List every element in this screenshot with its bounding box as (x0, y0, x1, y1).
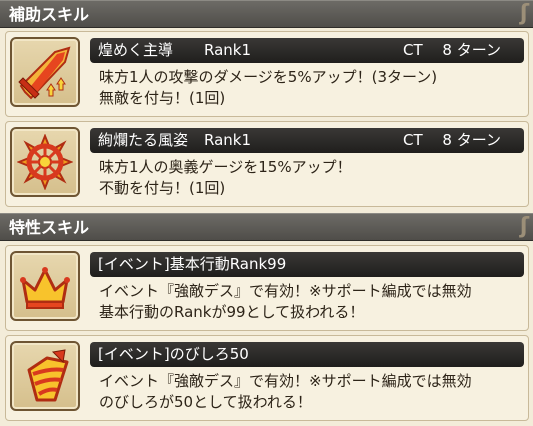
skill-name: [イベント]基本行動Rank99 (98, 255, 287, 273)
skill-description: 味方1人の奥義ゲージを15%アップ！ 不動を付与！(1回) (99, 157, 527, 199)
section-header-trait: 特性スキル ʃ (0, 213, 533, 241)
skill-description-line: のびしろが50として扱われる！ (99, 393, 312, 411)
skill-description: イベント『強敵デス』で有効！※サポート編成では無効 のびしろが50として扱われる… (99, 371, 527, 413)
section-title-trait: 特性スキル (9, 218, 90, 237)
skill-title-bar: [イベント]のびしろ50 (90, 342, 524, 367)
skill-rank: Rank1 (204, 41, 252, 59)
crown-icon (20, 267, 70, 309)
section-title-support: 補助スキル (9, 5, 90, 24)
skill-description-line: イベント『強敵デス』で有効！※サポート編成では無効 (99, 282, 472, 300)
skill-list-screen: 補助スキル ʃ 煌めく主導 Rank1 CT 8 ターン 味方1人の攻撃のダメー… (0, 0, 533, 426)
skill-cooldown: CT 8 ターン (403, 131, 501, 149)
section-header-support: 補助スキル ʃ (0, 0, 533, 28)
skill-description-line: 不動を付与！(1回) (99, 179, 226, 197)
skill-card-1[interactable]: 煌めく主導 Rank1 CT 8 ターン 味方1人の攻撃のダメージを5%アップ！… (5, 31, 529, 117)
skill-description-line: 味方1人の奥義ゲージを15%アップ！ (99, 158, 352, 176)
skill-icon-frame (10, 127, 80, 197)
skill-card-3[interactable]: [イベント]基本行動Rank99 イベント『強敵デス』で有効！※サポート編成では… (5, 245, 529, 331)
skill-description-line: 無敵を付与！(1回) (99, 89, 226, 107)
drill-icon (27, 349, 69, 402)
skill-description-line: イベント『強敵デス』で有効！※サポート編成では無効 (99, 372, 472, 390)
skill-icon-frame (10, 251, 80, 321)
skill-description-line: 基本行動のRankが99として扱われる！ (99, 303, 365, 321)
skill-icon-frame (10, 37, 80, 107)
skill-name: [イベント]のびしろ50 (98, 345, 249, 363)
skill-name: 煌めく主導 (98, 41, 174, 59)
skill-description: 味方1人の攻撃のダメージを5%アップ！(3ターン) 無敵を付与！(1回) (99, 67, 527, 109)
skill-rank: Rank1 (204, 131, 252, 149)
skill-card-2[interactable]: 絢爛たる風姿 Rank1 CT 8 ターン 味方1人の奥義ゲージを15%アップ！… (5, 121, 529, 207)
skill-description: イベント『強敵デス』で有効！※サポート編成では無効 基本行動のRankが99とし… (99, 281, 527, 323)
skill-title-bar: [イベント]基本行動Rank99 (90, 252, 524, 277)
scroll-ornament-icon: ʃ (519, 1, 529, 26)
skill-icon-frame (10, 341, 80, 411)
sword-icon (18, 46, 71, 100)
skill-description-line: 味方1人の攻撃のダメージを5%アップ！(3ターン) (99, 68, 438, 86)
scroll-ornament-icon: ʃ (519, 214, 529, 239)
wheel-icon (17, 134, 73, 190)
skill-title-bar: 絢爛たる風姿 Rank1 CT 8 ターン (90, 128, 524, 153)
skill-card-4[interactable]: [イベント]のびしろ50 イベント『強敵デス』で有効！※サポート編成では無効 の… (5, 335, 529, 421)
skill-title-bar: 煌めく主導 Rank1 CT 8 ターン (90, 38, 524, 63)
skill-cooldown: CT 8 ターン (403, 41, 501, 59)
skill-name: 絢爛たる風姿 (98, 131, 189, 149)
